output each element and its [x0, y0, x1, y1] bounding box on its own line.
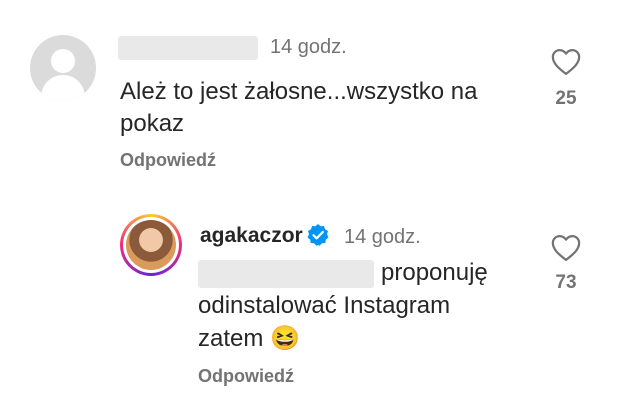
reply-button[interactable]: Odpowiedź — [120, 150, 216, 171]
comment-timestamp: 14 godz. — [270, 36, 347, 58]
comment-timestamp: 14 godz. — [344, 226, 421, 248]
heart-icon[interactable] — [551, 234, 581, 262]
comment-text-line: zatem 😆 — [198, 323, 300, 355]
comment-text-line: Ależ to jest żałosne...wszystko na — [120, 78, 478, 105]
comment-username[interactable]: agakaczor — [200, 224, 303, 248]
laughing-emoji-icon: 😆 — [270, 325, 300, 352]
verified-badge-icon — [307, 224, 329, 246]
comment-text-line: zatem — [198, 325, 264, 352]
like-count: 25 — [555, 88, 577, 109]
heart-icon[interactable] — [551, 48, 581, 76]
comment-text-line: pokaz — [120, 110, 185, 137]
comment-text-line: proponuję — [381, 259, 488, 286]
redacted-mention — [198, 260, 374, 288]
avatar[interactable] — [120, 214, 182, 276]
default-avatar-icon[interactable] — [30, 35, 96, 101]
comment-text-line: odinstalować Instagram — [198, 292, 451, 319]
reply-button[interactable]: Odpowiedź — [198, 366, 294, 387]
like-count: 73 — [555, 272, 577, 293]
redacted-username — [118, 36, 258, 60]
